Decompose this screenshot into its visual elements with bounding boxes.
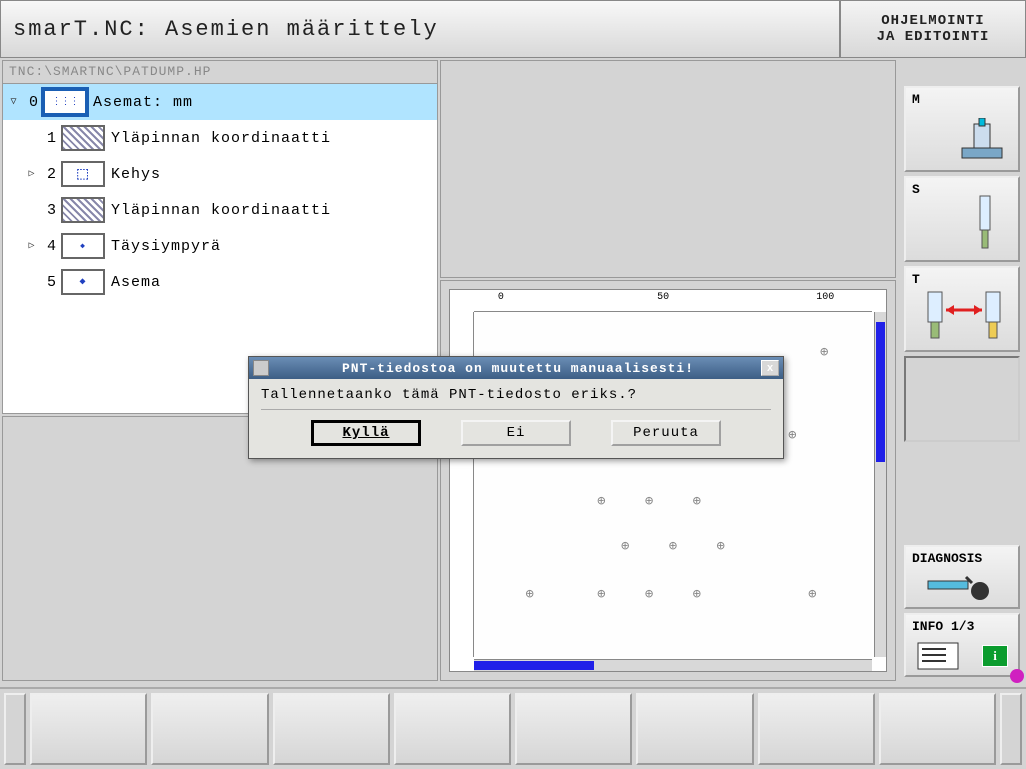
plot-point [785, 429, 799, 443]
corner-status-icon [1010, 669, 1024, 683]
tree-row-num: 3 [39, 202, 57, 219]
sidebar-info-button[interactable]: INFO 1/3 i [904, 613, 1020, 677]
softkey-7[interactable] [758, 693, 875, 765]
preview-panel: 0 50 100 [440, 280, 896, 681]
expand-icon[interactable]: ▷ [25, 168, 39, 180]
plot-point [594, 495, 608, 509]
plot-point [690, 588, 704, 602]
tree-row-icon [61, 233, 105, 259]
tree-row-icon [43, 89, 87, 115]
softkey-8[interactable] [879, 693, 996, 765]
plot-point [690, 495, 704, 509]
sidebar-s-button[interactable]: S [904, 176, 1020, 262]
tree-row-label: Asema [111, 274, 161, 291]
softkey-1[interactable] [30, 693, 147, 765]
plot-point [714, 540, 728, 554]
plot-point [523, 588, 537, 602]
close-icon[interactable]: x [761, 360, 779, 376]
softkey-5[interactable] [515, 693, 632, 765]
scrollbar-vertical[interactable] [874, 312, 886, 657]
save-dialog: PNT-tiedostoa on muutettu manuaalisesti!… [248, 356, 784, 459]
yes-button[interactable]: Kyllä [311, 420, 421, 446]
softkey-2[interactable] [151, 693, 268, 765]
softkey-bar [0, 687, 1026, 769]
tree-row-num: 2 [39, 166, 57, 183]
plot-point [642, 588, 656, 602]
mode-line2: JA EDITOINTI [877, 29, 990, 45]
tree-row-label: Kehys [111, 166, 161, 183]
tree-row-icon [61, 161, 105, 187]
sidebar-diagnosis-button[interactable]: DIAGNOSIS [904, 545, 1020, 609]
plot-point [666, 540, 680, 554]
info-badge-icon: i [982, 645, 1008, 667]
tree-row-num: 1 [39, 130, 57, 147]
dialog-title-text: PNT-tiedostoa on muutettu manuaalisesti! [275, 361, 761, 376]
machine-icon [954, 118, 1010, 164]
mode-line1: OHJELMOINTI [881, 13, 984, 29]
tree-row-label: Asemat: mm [93, 94, 193, 111]
softkey-3[interactable] [273, 693, 390, 765]
softkey-4[interactable] [394, 693, 511, 765]
no-button[interactable]: Ei [461, 420, 571, 446]
dialog-message: Tallennetaanko tämä PNT-tiedosto eriks.? [261, 387, 771, 410]
diagnosis-icon [926, 573, 996, 603]
tree-row-label: Täysiympyrä [111, 238, 221, 255]
tree-row[interactable]: 1 Yläpinnan koordinaatti [3, 120, 437, 156]
form-panel [440, 60, 896, 278]
tree-row[interactable]: ▽0 Asemat: mm [3, 84, 437, 120]
tree-row-num: 4 [39, 238, 57, 255]
plot-point [594, 588, 608, 602]
tree-row-label: Yläpinnan koordinaatti [111, 130, 331, 147]
plot-point [817, 346, 831, 360]
plot-point [805, 588, 819, 602]
tree-row-icon [61, 197, 105, 223]
document-icon [916, 641, 960, 671]
sidebar-m-button[interactable]: M [904, 86, 1020, 172]
scrollbar-horizontal[interactable] [474, 659, 872, 671]
tree-row[interactable]: ▷4 Täysiympyrä [3, 228, 437, 264]
tree-row-label: Yläpinnan koordinaatti [111, 202, 331, 219]
dialog-icon [253, 360, 269, 376]
tree-row[interactable]: ▷2 Kehys [3, 156, 437, 192]
tree-row[interactable]: 3 Yläpinnan koordinaatti [3, 192, 437, 228]
softkey-prev[interactable] [4, 693, 26, 765]
plot-point [642, 495, 656, 509]
expand-icon[interactable]: ▷ [25, 240, 39, 252]
plot-point [618, 540, 632, 554]
spindle-icon [970, 194, 1000, 254]
tree-row-icon [61, 125, 105, 151]
expand-icon[interactable]: ▽ [7, 96, 21, 108]
mode-label: OHJELMOINTI JA EDITOINTI [840, 0, 1026, 58]
softkey-6[interactable] [636, 693, 753, 765]
tree-row-num: 0 [21, 94, 39, 111]
dialog-titlebar[interactable]: PNT-tiedostoa on muutettu manuaalisesti!… [249, 357, 783, 379]
sidebar-empty [904, 356, 1020, 442]
file-path: TNC:\SMARTNC\PATDUMP.HP [2, 60, 438, 84]
page-title: smarT.NC: Asemien määrittely [0, 0, 840, 58]
softkey-next[interactable] [1000, 693, 1022, 765]
ruler-horizontal: 0 50 100 [474, 290, 872, 312]
tree-row[interactable]: 5 Asema [3, 264, 437, 300]
tool-change-icon [922, 288, 1012, 344]
cancel-button[interactable]: Peruuta [611, 420, 721, 446]
tree-row-icon [61, 269, 105, 295]
sidebar-t-button[interactable]: T [904, 266, 1020, 352]
tree-row-num: 5 [39, 274, 57, 291]
sidebar: M S T [898, 58, 1026, 683]
